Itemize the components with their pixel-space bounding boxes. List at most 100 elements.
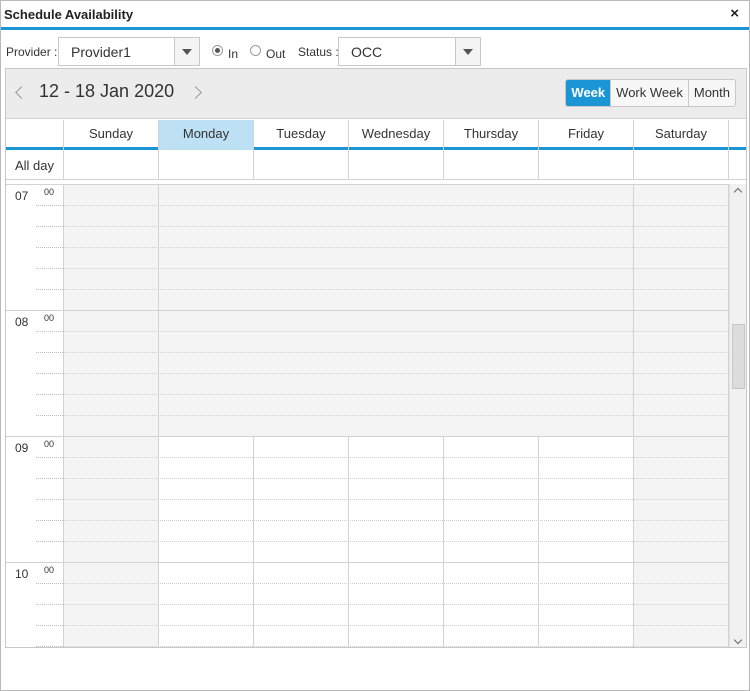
slot-line [63, 646, 729, 647]
slot-line [63, 520, 729, 521]
slot-line [36, 478, 63, 479]
scroll-thumb[interactable] [732, 324, 745, 389]
time-grid: 07 00 08 00 09 00 10 00 [6, 184, 746, 647]
slot-line [36, 541, 63, 542]
minute-label: 00 [44, 565, 55, 575]
slot-line [63, 604, 729, 605]
provider-dropdown[interactable]: Provider1 [58, 37, 200, 66]
allday-label: All day [15, 158, 55, 173]
day-header-row: Sunday Monday Tuesday Wednesday Thursday… [6, 120, 746, 150]
day-header-friday[interactable]: Friday [538, 120, 633, 150]
dialog-titlebar: Schedule Availability × [1, 1, 749, 30]
slot-line [63, 478, 729, 479]
allday-cell[interactable] [538, 150, 633, 180]
day-column-sunday[interactable] [63, 184, 158, 647]
slot-line [63, 457, 729, 458]
slot-line [36, 373, 63, 374]
status-value: OCC [351, 44, 383, 60]
dialog-title: Schedule Availability [4, 7, 134, 22]
provider-dropdown-button[interactable] [174, 38, 199, 65]
hour-line [6, 436, 63, 437]
slot-line [63, 205, 729, 206]
radio-in[interactable] [212, 45, 223, 56]
slot-line [36, 352, 63, 353]
chevron-left-icon[interactable] [14, 84, 24, 100]
slot-line [36, 394, 63, 395]
slot-line [36, 331, 63, 332]
slot-line [36, 268, 63, 269]
status-dropdown[interactable]: OCC [338, 37, 481, 66]
hour-line [63, 436, 729, 437]
hour-label: 10 [15, 567, 29, 581]
minute-label: 00 [44, 187, 55, 197]
allday-cell[interactable] [633, 150, 729, 180]
allday-cell[interactable] [158, 150, 253, 180]
status-dropdown-button[interactable] [455, 38, 480, 65]
hour-line [63, 310, 729, 311]
provider-value: Provider1 [71, 44, 131, 60]
slot-line [63, 268, 729, 269]
radio-out-label: Out [266, 47, 286, 61]
status-label: Status : [298, 45, 339, 59]
view-switcher: Week Work Week Month [565, 79, 736, 107]
slot-line [36, 520, 63, 521]
chevron-down-icon [463, 49, 473, 55]
slot-line [63, 331, 729, 332]
allday-row: All day [6, 150, 746, 180]
slot-line [63, 247, 729, 248]
day-header-wednesday[interactable]: Wednesday [348, 120, 443, 150]
hour-line [63, 562, 729, 563]
view-work-week-button[interactable]: Work Week [610, 80, 688, 106]
allday-cell[interactable] [348, 150, 443, 180]
day-header-tuesday[interactable]: Tuesday [253, 120, 348, 150]
hour-label: 08 [15, 315, 29, 329]
time-column: 07 00 08 00 09 00 10 00 [6, 184, 63, 647]
slot-line [36, 205, 63, 206]
hour-line [6, 562, 63, 563]
day-column-saturday[interactable] [633, 184, 729, 647]
day-header-sunday[interactable]: Sunday [63, 120, 158, 150]
hour-label: 09 [15, 441, 29, 455]
day-header-saturday[interactable]: Saturday [633, 120, 729, 150]
slot-line [36, 604, 63, 605]
scroll-down-icon[interactable] [730, 635, 746, 647]
schedule-availability-dialog: Schedule Availability × Provider : Provi… [0, 0, 750, 691]
close-icon[interactable]: × [730, 6, 739, 22]
chevron-right-icon[interactable] [191, 84, 201, 100]
slot-line [36, 247, 63, 248]
slot-line [63, 289, 729, 290]
hour-line [63, 184, 729, 185]
scheduler-header: 12 - 18 Jan 2020 Week Work Week Month [6, 69, 746, 119]
slot-line [63, 394, 729, 395]
slot-line [63, 415, 729, 416]
vertical-scrollbar[interactable] [729, 184, 746, 647]
day-header-thursday[interactable]: Thursday [443, 120, 538, 150]
chevron-down-icon [182, 49, 192, 55]
slot-line [63, 625, 729, 626]
allday-cell[interactable] [443, 150, 538, 180]
slot-line [63, 226, 729, 227]
slot-line [36, 226, 63, 227]
slot-line [36, 583, 63, 584]
slot-line [36, 289, 63, 290]
slot-line [36, 457, 63, 458]
hour-line [6, 310, 63, 311]
slot-line [63, 373, 729, 374]
view-week-button[interactable]: Week [566, 80, 611, 106]
radio-in-label: In [228, 47, 239, 61]
provider-label: Provider : [6, 45, 58, 59]
allday-cell[interactable] [253, 150, 348, 180]
slot-line [63, 499, 729, 500]
scroll-up-icon[interactable] [730, 184, 746, 198]
slot-line [63, 541, 729, 542]
day-header-monday[interactable]: Monday [158, 120, 253, 150]
radio-out[interactable] [250, 45, 261, 56]
allday-cell[interactable] [63, 150, 158, 180]
date-range: 12 - 18 Jan 2020 [39, 81, 175, 101]
hour-line [6, 184, 63, 185]
view-month-button[interactable]: Month [687, 80, 735, 106]
slot-line [36, 415, 63, 416]
scheduler: 12 - 18 Jan 2020 Week Work Week Month Su… [5, 68, 747, 648]
hour-label: 07 [15, 189, 29, 203]
minute-label: 00 [44, 439, 55, 449]
